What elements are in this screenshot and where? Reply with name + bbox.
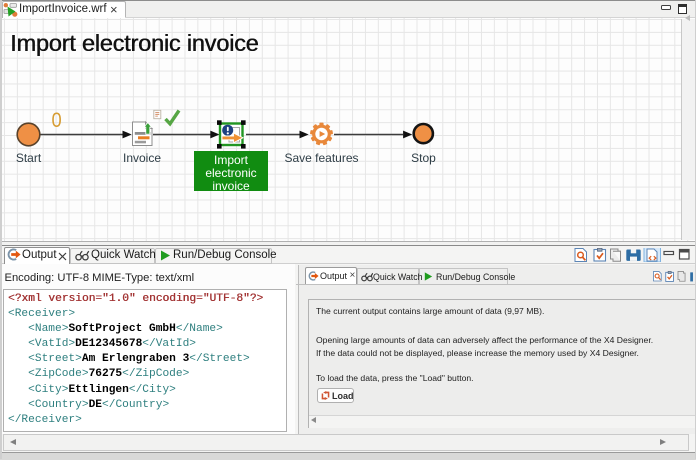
svg-text:0: 0 [52, 108, 62, 132]
